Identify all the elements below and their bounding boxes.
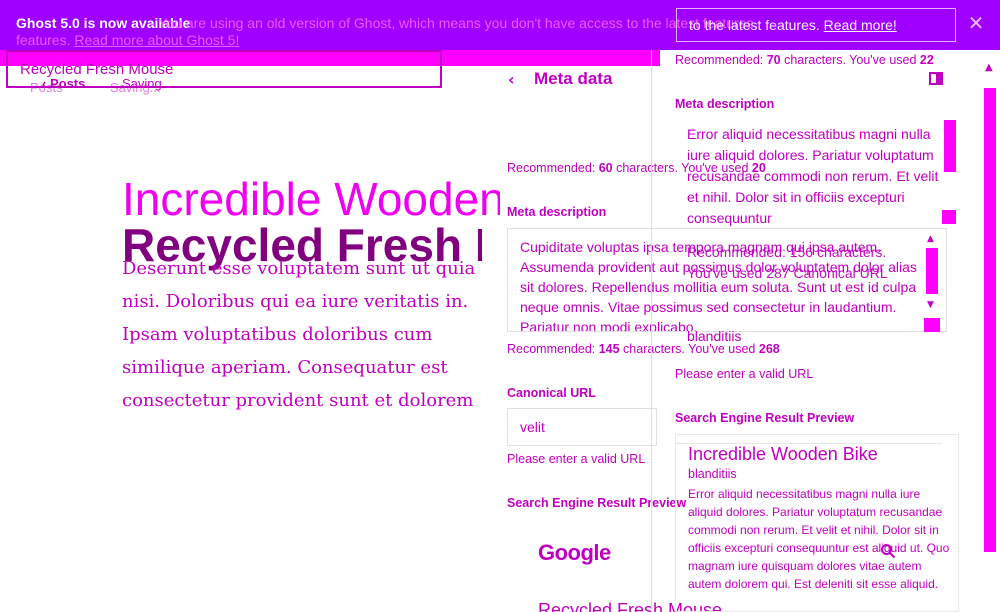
post-body-editor[interactable]: Deserunt esse voluptatem sunt ut quia ni…: [122, 252, 482, 422]
rec-top-count: 70: [766, 53, 781, 67]
serp-url: blanditiis: [688, 467, 737, 481]
panel-scrollbar[interactable]: [984, 88, 996, 552]
canonical-url-input-right[interactable]: blanditiis: [675, 322, 955, 352]
meta-title-input[interactable]: Recycled Fresh Mouse: [6, 50, 442, 88]
close-icon[interactable]: ✕: [966, 13, 986, 33]
chevron-left-icon[interactable]: ‹: [508, 70, 515, 89]
meta-description-label-right: Meta description: [675, 97, 775, 111]
serp-description: Error aliquid necessitatibus magni nulla…: [688, 487, 950, 591]
canonical-url-error: Please enter a valid URL: [507, 452, 646, 466]
meta-description-overflow: Recommended: 156 characters. You've used…: [687, 244, 888, 281]
scroll-down-icon[interactable]: ▼: [927, 300, 934, 310]
meta-data-panel: ‹ Meta data: [500, 66, 660, 612]
update-banner: Ghost 5.0 is now available - You are usi…: [0, 0, 1000, 50]
canonical-url-label: Canonical URL: [507, 386, 596, 400]
textarea-scrollbar[interactable]: [944, 120, 956, 172]
banner-read-more-link[interactable]: Read more!: [824, 17, 897, 33]
meta-title-rec-prefix: Recommended:: [507, 161, 599, 175]
meta-desc-rec-count: 145: [598, 342, 620, 356]
banner-overlay-box: to the latest features. Read more!: [676, 8, 956, 42]
banner-read-more-ghost-link[interactable]: Read more about Ghost 5!: [74, 32, 239, 48]
search-icon: [881, 544, 896, 559]
meta-description-textarea-right[interactable]: Error aliquid necessitatibus magni nulla…: [675, 118, 959, 226]
meta-title-rec-count: 60: [598, 161, 613, 175]
serp-title: Incredible Wooden Bike: [688, 444, 878, 464]
rec-top-prefix: Recommended:: [675, 53, 767, 67]
canonical-url-input[interactable]: velit: [507, 408, 657, 446]
meta-description-label: Meta description: [507, 205, 607, 219]
scroll-up-icon-outer[interactable]: ▲: [985, 62, 993, 73]
rec-top-used: 22: [919, 53, 934, 67]
search-result-preview: Incredible Wooden Bike blanditiis Error …: [675, 434, 959, 612]
banner-message: - You are using an old version of Ghost,…: [150, 15, 758, 31]
banner-features-text: features.: [16, 32, 71, 48]
meta-desc-rec-prefix: Recommended:: [507, 342, 599, 356]
scroll-up-icon[interactable]: ▲: [927, 234, 934, 244]
textarea-scrollbar-2[interactable]: [926, 248, 938, 294]
panel-heading: Meta data: [534, 69, 613, 88]
panel-divider: [651, 50, 652, 612]
rec-top-mid: characters. You've used: [780, 53, 920, 67]
search-preview-label: Search Engine Result Preview: [507, 496, 687, 510]
banner-overlay-text: to the latest features. Read more!: [689, 17, 897, 33]
textarea-resize-handle[interactable]: [942, 210, 956, 224]
canonical-url-error-right: Please enter a valid URL: [675, 367, 814, 381]
google-logo: Google: [538, 540, 611, 565]
banner-overlay-message: to the latest features.: [689, 17, 820, 33]
panel-toggle-icon[interactable]: [929, 72, 943, 85]
banner-second-line: features. Read more about Ghost 5!: [16, 32, 239, 48]
meta-title-recommendation-right: Recommended: 70 characters. You've used …: [675, 53, 934, 67]
